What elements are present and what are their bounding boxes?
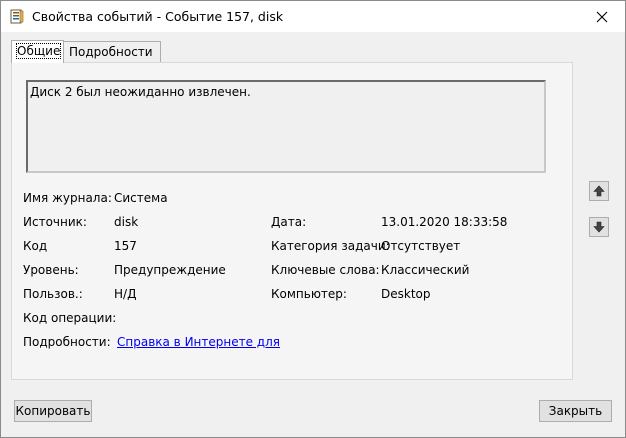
opcode-label: Код операции: [23, 311, 117, 325]
details-label: Подробности: [23, 335, 111, 349]
user-label: Пользов.: [23, 287, 83, 301]
copy-button[interactable]: Копировать [14, 400, 92, 422]
close-dialog-button-label: Закрыть [548, 404, 603, 418]
general-panel: Диск 2 был неожиданно извлечен. Имя журн… [11, 62, 573, 380]
level-value[interactable]: Предупреждение [114, 263, 226, 277]
tab-details-label: Подробности [69, 45, 153, 59]
online-help-link[interactable]: Справка в Интернете для [117, 335, 280, 349]
tab-general-label: Общие [15, 43, 62, 59]
close-button[interactable] [579, 1, 625, 32]
title-bar: Свойства событий - Событие 157, disk [1, 1, 625, 32]
source-label: Источник: [23, 215, 87, 229]
date-label: Дата: [271, 215, 307, 229]
copy-button-label: Копировать [15, 404, 91, 418]
source-value[interactable]: disk [114, 215, 138, 229]
user-value[interactable]: Н/Д [114, 287, 136, 301]
task-category-label: Категория задачи: [271, 239, 390, 253]
event-message: Диск 2 был неожиданно извлечен. [30, 85, 251, 99]
log-name-label: Имя журнала: [23, 191, 112, 205]
keywords-value[interactable]: Классический [381, 263, 469, 277]
code-value[interactable]: 157 [114, 239, 137, 253]
computer-label: Компьютер: [271, 287, 347, 301]
close-icon [596, 11, 608, 22]
previous-event-button[interactable] [589, 181, 609, 201]
task-category-value[interactable]: Отсутствует [381, 239, 460, 253]
keywords-label: Ключевые слова: [271, 263, 380, 277]
event-viewer-icon [10, 9, 24, 24]
event-properties-window: Свойства событий - Событие 157, disk Общ… [0, 0, 626, 438]
arrow-up-icon [593, 185, 605, 197]
computer-value[interactable]: Desktop [381, 287, 431, 301]
log-name-value[interactable]: Система [114, 191, 168, 205]
next-event-button[interactable] [589, 217, 609, 237]
tab-details[interactable]: Подробности [63, 41, 161, 62]
window-title: Свойства событий - Событие 157, disk [32, 9, 284, 24]
close-dialog-button[interactable]: Закрыть [539, 400, 612, 422]
code-label: Код [23, 239, 48, 253]
arrow-down-icon [593, 221, 605, 233]
event-message-box[interactable]: Диск 2 был неожиданно извлечен. [26, 80, 546, 173]
tab-general[interactable]: Общие [11, 40, 64, 63]
date-value[interactable]: 13.01.2020 18:33:58 [381, 215, 507, 229]
level-label: Уровень: [23, 263, 79, 277]
